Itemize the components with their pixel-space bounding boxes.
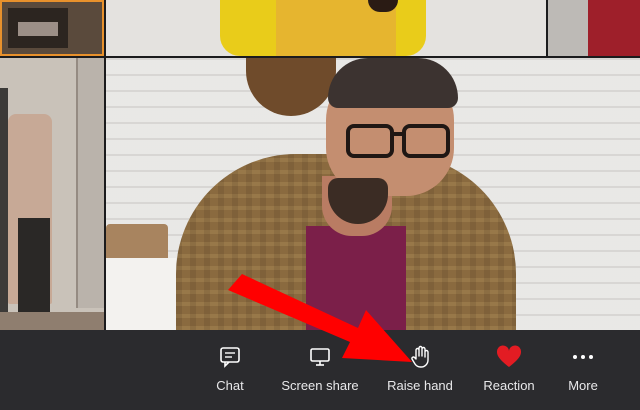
glasses-lens-left	[346, 124, 394, 158]
floor	[0, 312, 104, 330]
video-background	[8, 8, 68, 48]
participant-video-tile[interactable]	[548, 0, 640, 56]
glasses-bridge	[390, 132, 404, 136]
raise-hand-label: Raise hand	[387, 378, 453, 393]
more-label: More	[568, 378, 598, 393]
glasses-lens-right	[402, 124, 450, 158]
clothes-rack	[0, 88, 8, 328]
participant-video-tile-active[interactable]	[0, 0, 104, 56]
screen-share-label: Screen share	[281, 378, 359, 393]
video-background	[76, 58, 104, 308]
more-dots-icon	[570, 344, 596, 370]
meeting-window: Chat Screen share Raise hand Reaction Mo	[0, 0, 640, 410]
participant-video-tile[interactable]	[106, 0, 546, 56]
speaker-hair	[328, 58, 458, 108]
annotation-arrow	[228, 274, 412, 362]
background-object	[106, 258, 176, 330]
reaction-button[interactable]: Reaction	[478, 344, 540, 393]
heart-icon	[496, 344, 522, 370]
video-background	[588, 0, 640, 56]
reaction-label: Reaction	[483, 378, 535, 393]
chat-label: Chat	[216, 378, 244, 393]
more-button[interactable]: More	[563, 344, 603, 393]
participant-video-tile[interactable]	[0, 58, 104, 330]
